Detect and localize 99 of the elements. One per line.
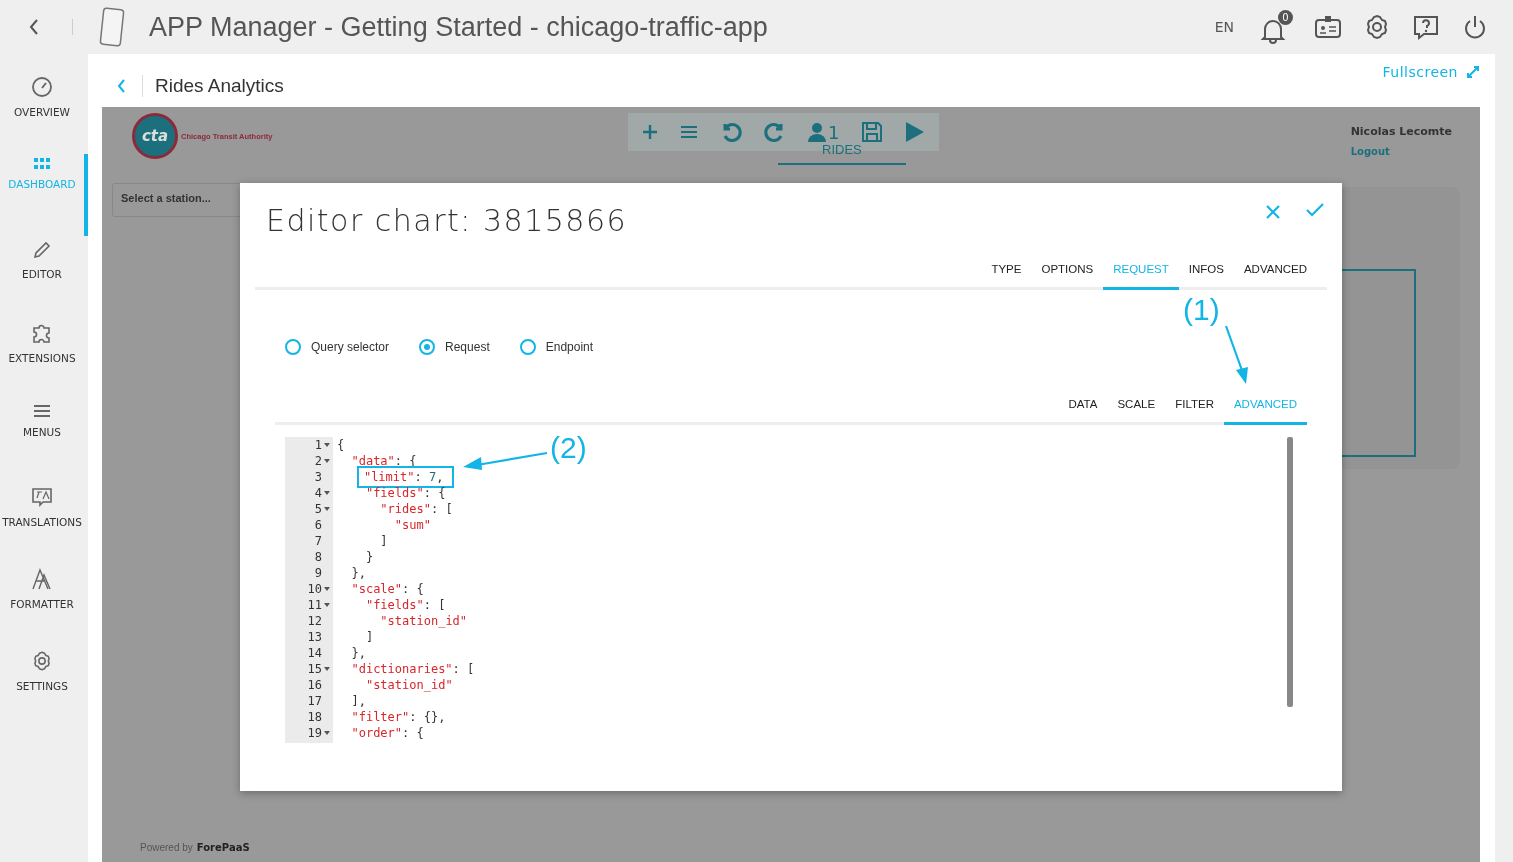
fold-icon[interactable] (324, 587, 330, 591)
code-line: "order": { (351, 725, 424, 741)
puzzle-icon (31, 322, 53, 344)
letter-a-icon (31, 568, 53, 590)
code-line: "limit": 7, (359, 469, 452, 485)
brand-logo: ForePaaS (196, 842, 250, 853)
tab[interactable]: SCALE (1107, 388, 1166, 425)
line-number: 14 (307, 646, 322, 660)
fold-icon[interactable] (324, 731, 330, 735)
line-number: 19 (307, 726, 322, 740)
code-line: "station_id" (380, 613, 468, 629)
line-number: 3 (314, 470, 322, 484)
tab[interactable]: INFOS (1178, 253, 1234, 290)
help-icon[interactable] (1412, 13, 1440, 41)
sidebar-item[interactable]: OVERVIEW (0, 72, 84, 154)
notifications-button[interactable]: 0 (1259, 10, 1293, 44)
annotation-label: (2) (550, 433, 587, 463)
tab[interactable]: ADVANCED (1233, 253, 1317, 290)
line-number: 8 (314, 550, 322, 564)
line-number: 15 (307, 662, 322, 676)
check-icon[interactable] (1306, 203, 1324, 217)
gauge-icon (31, 76, 53, 98)
back-icon[interactable] (28, 18, 40, 36)
radio-button[interactable] (285, 339, 301, 355)
tab[interactable]: TYPE (981, 253, 1032, 290)
id-card-icon[interactable] (1314, 13, 1342, 41)
page-title: Rides Analytics (155, 74, 284, 97)
fold-icon[interactable] (324, 491, 330, 495)
radio-label[interactable]: Request (445, 340, 490, 354)
save-icon[interactable] (861, 121, 884, 143)
code-line: "station_id" (365, 677, 453, 693)
line-number: 12 (307, 614, 322, 628)
code-line: "fields": { (365, 485, 446, 501)
tab[interactable]: OPTIONS (1031, 253, 1104, 290)
line-number: 5 (314, 502, 322, 516)
tab[interactable]: DATA (1058, 388, 1108, 425)
tablet-icon (99, 7, 125, 47)
line-number: 18 (307, 710, 322, 724)
fold-icon[interactable] (324, 507, 330, 511)
fold-icon[interactable] (324, 603, 330, 607)
expand-icon[interactable] (1466, 65, 1480, 79)
add-icon[interactable] (642, 124, 658, 140)
settings-icon (31, 650, 53, 672)
menu-icon (33, 404, 51, 418)
play-icon[interactable] (905, 121, 926, 143)
grid-icon (34, 158, 50, 170)
powered-by-text: Powered by (140, 842, 193, 853)
line-number: 2 (314, 454, 322, 468)
menu-icon[interactable] (680, 125, 698, 139)
code-line: ] (380, 533, 388, 549)
fold-icon[interactable] (324, 443, 330, 447)
code-line: "sum" (394, 517, 431, 533)
sidebar-item[interactable]: EXTENSIONS (0, 318, 84, 400)
scrollbar[interactable] (1287, 437, 1293, 707)
sidebar-item[interactable]: FORMATTER (0, 564, 84, 646)
app-title: APP Manager - Getting Started - chicago-traffic-app (149, 11, 768, 43)
line-number: 4 (314, 486, 322, 500)
line-number: 6 (314, 518, 322, 532)
user-name: Nicolas Lecomte (1350, 125, 1452, 138)
code-line: ] (365, 629, 374, 645)
radio-button[interactable] (419, 339, 436, 355)
user-icon[interactable] (808, 122, 826, 142)
fold-icon[interactable] (324, 459, 330, 463)
notification-badge: 0 (1278, 10, 1293, 25)
line-number: 11 (307, 598, 322, 612)
language-selector[interactable]: EN (1214, 19, 1234, 35)
code-line: { (337, 437, 345, 453)
code-line: }, (351, 645, 366, 661)
annotation-label: (1) (1183, 295, 1220, 325)
cta-logo: cta (132, 113, 178, 159)
sidebar-item[interactable]: TRANSLATIONS (0, 482, 84, 564)
fold-icon[interactable] (324, 667, 330, 671)
sidebar-item[interactable]: SETTINGS (0, 646, 84, 728)
pencil-icon (32, 240, 52, 260)
line-number: 10 (307, 582, 322, 596)
line-number: 9 (314, 566, 322, 580)
line-number: 17 (307, 694, 322, 708)
radio-button[interactable] (519, 339, 536, 355)
code-line: "rides": [ (380, 501, 453, 517)
tab[interactable]: FILTER (1165, 388, 1224, 425)
radio-label[interactable]: Endpoint (545, 340, 594, 354)
user-count: 1 (828, 121, 840, 143)
translate-icon (31, 486, 53, 508)
sidebar-item[interactable]: MENUS (0, 400, 84, 482)
code-line: ], (351, 693, 366, 709)
line-number: 13 (307, 630, 322, 644)
code-line: "filter": {}, (351, 709, 446, 725)
code-line: } (365, 549, 374, 565)
close-icon[interactable] (1266, 205, 1280, 219)
code-line: "fields": [ (365, 597, 446, 613)
code-line: }, (351, 565, 366, 581)
redo-icon[interactable] (764, 121, 786, 143)
radio-label[interactable]: Query selector (311, 340, 390, 354)
code-line: "scale": { (351, 581, 424, 597)
sidebar-item[interactable]: EDITOR (0, 236, 84, 318)
line-number: 1 (314, 438, 322, 452)
line-number: 7 (314, 534, 322, 548)
code-line: "dictionaries": [ (351, 661, 475, 677)
line-number: 16 (307, 678, 322, 692)
